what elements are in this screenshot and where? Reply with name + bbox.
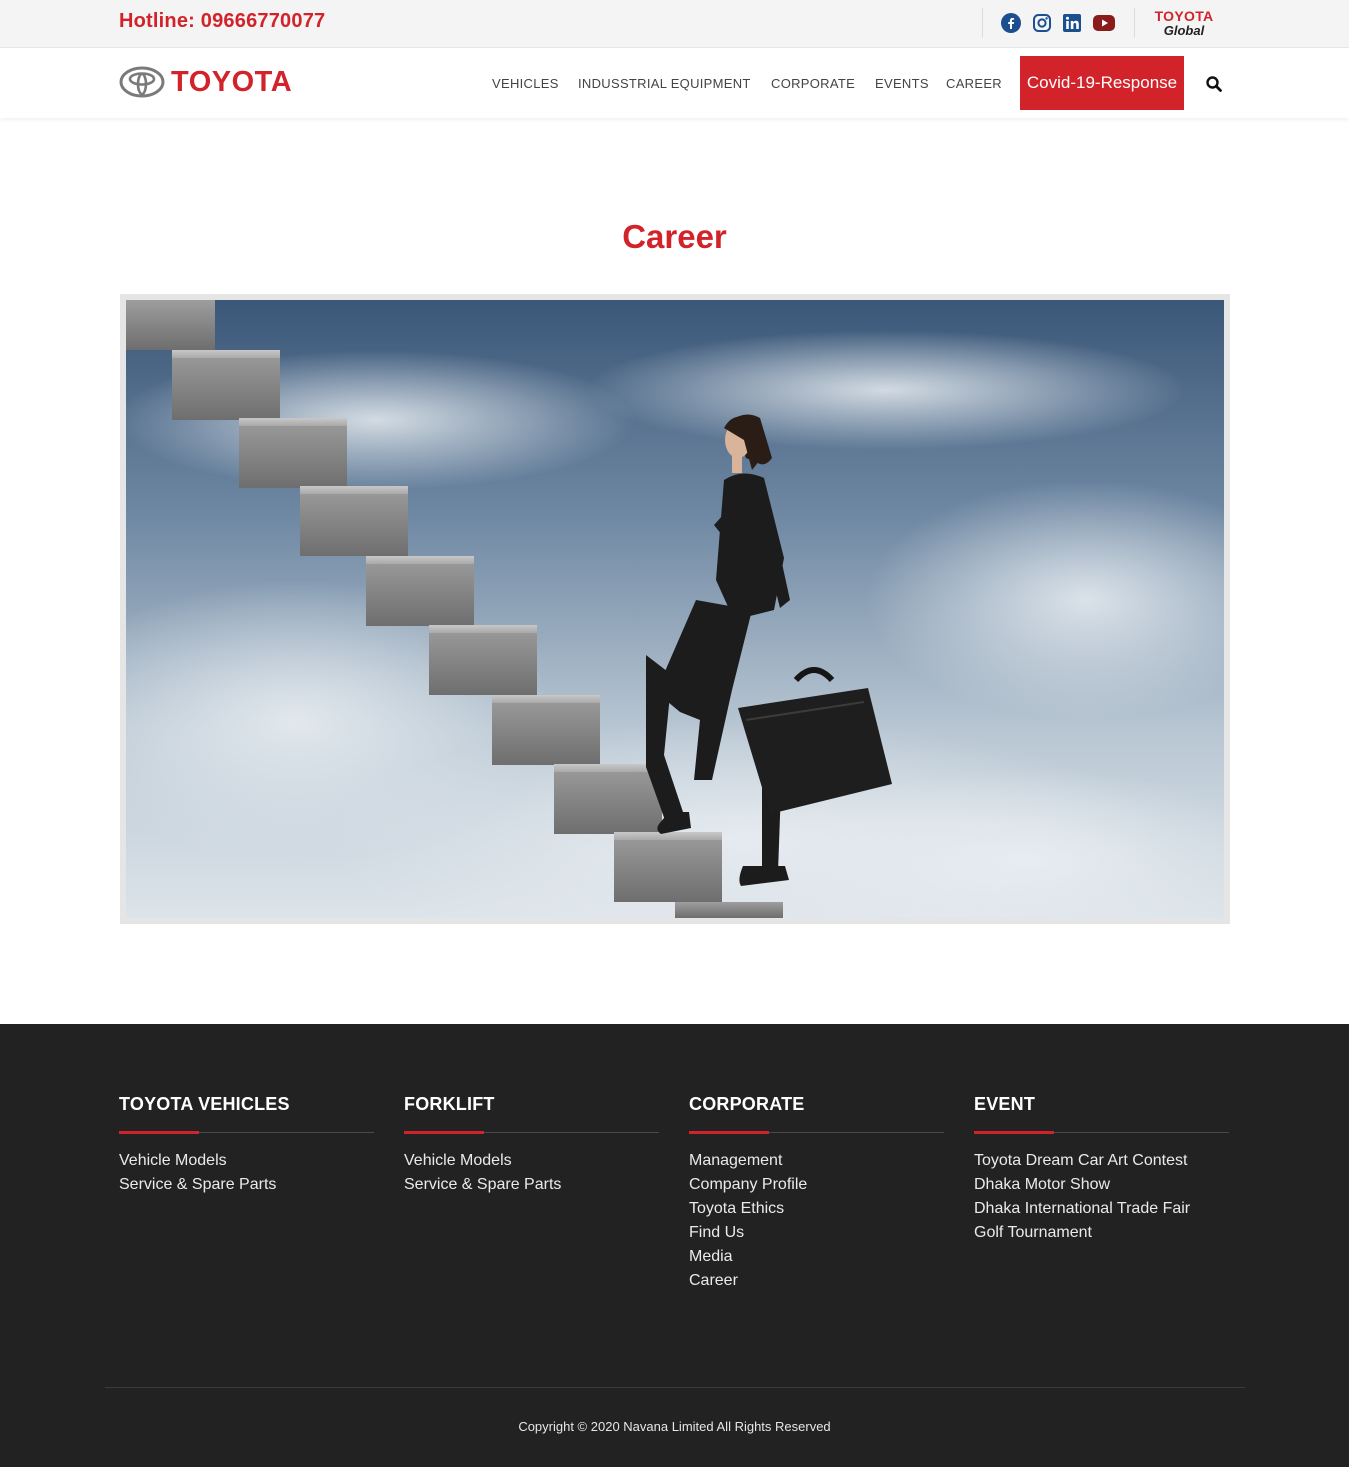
toyota-logo[interactable]: TOYOTA — [119, 65, 292, 99]
footer-heading: TOYOTA VEHICLES — [119, 1094, 290, 1114]
main-navbar: TOYOTA VEHICLES INDUSSTRIAL EQUIPMENT CO… — [0, 49, 1349, 118]
footer-link[interactable]: Company Profile — [689, 1173, 944, 1197]
youtube-icon[interactable] — [1092, 12, 1116, 34]
footer-link[interactable]: Vehicle Models — [404, 1149, 659, 1173]
footer-link[interactable]: Find Us — [689, 1221, 944, 1245]
footer-link[interactable]: Golf Tournament — [974, 1221, 1229, 1245]
divider — [1134, 8, 1135, 38]
footer-column-forklift: FORKLIFT Vehicle Models Service & Spare … — [404, 1094, 659, 1197]
footer-link[interactable]: Service & Spare Parts — [119, 1173, 374, 1197]
divider — [982, 8, 983, 38]
hero-image — [126, 300, 1224, 918]
footer-column-event: EVENT Toyota Dream Car Art Contest Dhaka… — [974, 1094, 1229, 1245]
facebook-icon[interactable] — [1000, 12, 1022, 34]
hotline-text[interactable]: Hotline: 09666770077 — [119, 10, 325, 33]
toyota-global-link[interactable]: TOYOTA Global — [1148, 8, 1220, 42]
footer-heading-rule — [404, 1131, 659, 1134]
search-icon[interactable] — [1205, 75, 1223, 93]
nav-industrial-equipment[interactable]: INDUSSTRIAL EQUIPMENT — [578, 76, 751, 91]
covid-response-button[interactable]: Covid-19-Response — [1020, 56, 1184, 110]
nav-vehicles[interactable]: VEHICLES — [492, 76, 559, 91]
footer-heading: EVENT — [974, 1094, 1036, 1114]
nav-career[interactable]: CAREER — [946, 76, 1002, 91]
footer-link[interactable]: Toyota Dream Car Art Contest — [974, 1149, 1229, 1173]
footer-heading: FORKLIFT — [404, 1094, 495, 1114]
footer-link[interactable]: Dhaka Motor Show — [974, 1173, 1229, 1197]
site-footer: TOYOTA VEHICLES Vehicle Models Service &… — [0, 1024, 1349, 1467]
footer-heading-rule — [689, 1131, 944, 1134]
footer-link[interactable]: Toyota Ethics — [689, 1197, 944, 1221]
footer-link[interactable]: Management — [689, 1149, 944, 1173]
toyota-emblem-icon — [119, 66, 165, 98]
footer-divider — [105, 1387, 1245, 1388]
footer-heading-rule — [119, 1131, 374, 1134]
linkedin-icon[interactable] — [1061, 12, 1083, 34]
footer-heading-rule — [974, 1131, 1229, 1134]
top-bar: Hotline: 09666770077 TOYOTA Global — [0, 0, 1349, 48]
copyright-text: Copyright © 2020 Navana Limited All Righ… — [518, 1419, 831, 1434]
footer-link[interactable]: Media — [689, 1245, 944, 1269]
hero-image-frame — [120, 294, 1230, 924]
nav-corporate[interactable]: CORPORATE — [771, 76, 855, 91]
footer-heading: CORPORATE — [689, 1094, 805, 1114]
footer-link[interactable]: Career — [689, 1269, 944, 1293]
footer-column-corporate: CORPORATE Management Company Profile Toy… — [689, 1094, 944, 1293]
footer-link[interactable]: Vehicle Models — [119, 1149, 374, 1173]
page-title: Career — [622, 218, 727, 255]
toyota-global-brand: TOYOTA — [1154, 8, 1214, 24]
nav-events[interactable]: EVENTS — [875, 76, 929, 91]
logo-wordmark: TOYOTA — [171, 65, 293, 98]
footer-link[interactable]: Dhaka International Trade Fair — [974, 1197, 1229, 1221]
footer-column-vehicles: TOYOTA VEHICLES Vehicle Models Service &… — [119, 1094, 374, 1197]
instagram-icon[interactable] — [1031, 12, 1053, 34]
toyota-global-sub: Global — [1163, 23, 1205, 38]
footer-link[interactable]: Service & Spare Parts — [404, 1173, 659, 1197]
